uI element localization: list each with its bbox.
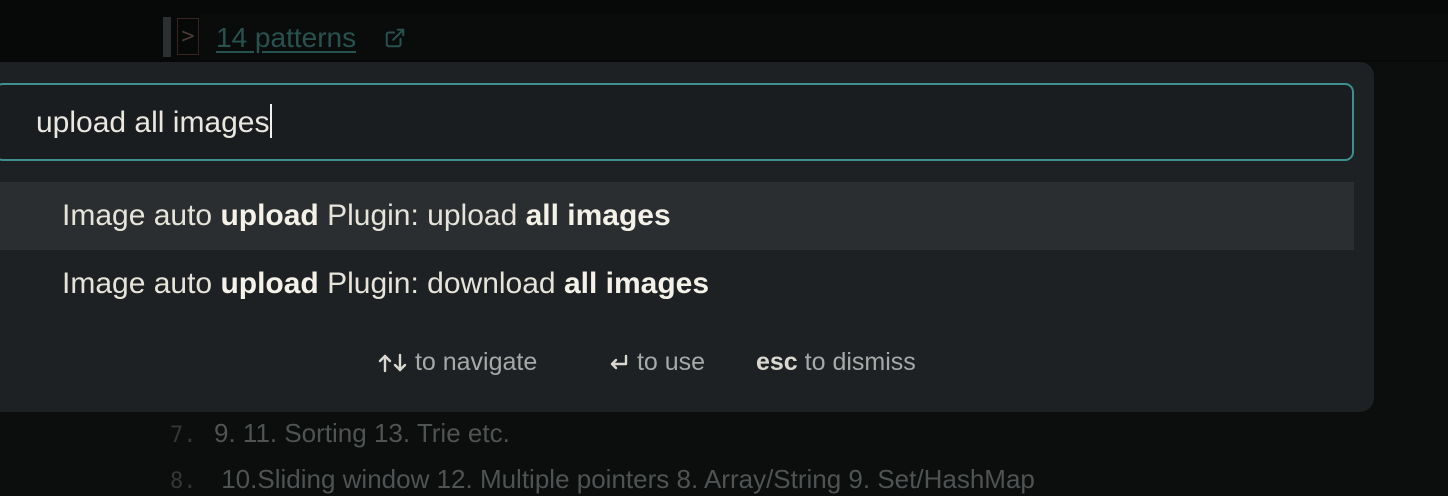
suggestion-text: Image auto [62, 199, 221, 232]
fold-indicator: > [177, 18, 199, 55]
navigate-hint-text: to navigate [414, 348, 538, 376]
search-input[interactable]: upload all images [36, 103, 1236, 143]
dismiss-hint: esc to dismiss [756, 344, 916, 380]
line-text: 9. 11. Sorting 13. Trie etc. [214, 418, 510, 448]
search-query-text: upload all images [36, 106, 270, 139]
editor-gutter-marker [163, 17, 171, 57]
text-cursor [270, 104, 273, 138]
line-number: 8. [170, 469, 197, 494]
patterns-link[interactable]: 14 patterns [216, 18, 356, 58]
esc-key-label: esc [756, 348, 798, 376]
suggestion-text: Plugin: download [318, 267, 564, 300]
suggestion-item[interactable]: Image auto upload Plugin: upload all ima… [0, 182, 1354, 250]
suggestion-text: Image auto [62, 267, 221, 300]
suggestion-item[interactable]: Image auto upload Plugin: download all i… [0, 250, 1354, 318]
navigate-hint: to navigate [378, 344, 537, 380]
suggestion-match: all images [563, 267, 710, 300]
keyboard-hints: to navigate to use esc to dismiss [0, 344, 1374, 380]
suggestion-list: Image auto upload Plugin: upload all ima… [0, 182, 1354, 318]
suggestion-match: upload [220, 199, 319, 232]
editor-line: 7. 9. 11. Sorting 13. Trie etc. [170, 416, 510, 453]
command-palette: upload all images Image auto upload Plug… [0, 62, 1374, 412]
use-hint-text: to use [636, 348, 706, 376]
search-box[interactable]: upload all images [0, 83, 1354, 161]
suggestion-match: all images [525, 199, 671, 232]
enter-icon [610, 354, 628, 370]
use-hint: to use [608, 344, 705, 380]
suggestion-match: upload [220, 267, 319, 300]
arrow-down-icon [393, 353, 407, 372]
arrow-up-icon [378, 354, 392, 373]
editor-line: 8. 10.Sliding window 12. Multiple pointe… [170, 462, 1035, 496]
line-text: 10.Sliding window 12. Multiple pointers … [214, 464, 1035, 494]
external-link-icon [385, 28, 405, 48]
dismiss-hint-text: to dismiss [804, 348, 916, 376]
suggestion-text: Plugin: upload [318, 199, 526, 232]
app-window: > 14 patterns 7. 9. 11. Sorting 13. Trie … [0, 0, 1448, 496]
line-number: 7. [170, 423, 197, 448]
